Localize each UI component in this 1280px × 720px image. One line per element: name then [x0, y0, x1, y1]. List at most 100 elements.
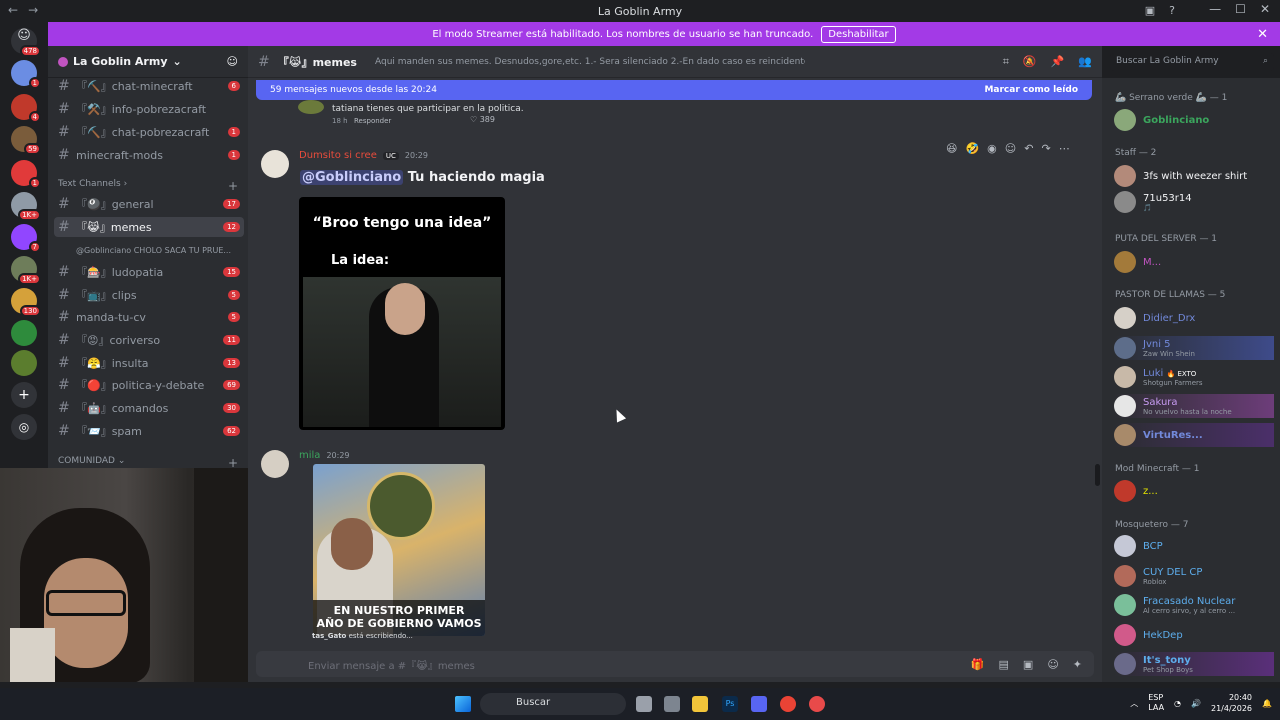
member-item[interactable]: Sakura No vuelvo hasta la noche [1114, 394, 1274, 418]
taskbar-search[interactable]: Buscar [480, 693, 626, 715]
twitch-icon[interactable]: 7 [11, 224, 41, 253]
member-item[interactable]: Jvni 5 Zaw Win Shein [1114, 336, 1274, 360]
server-header[interactable]: La Goblin Army ⌄ ☺ [48, 46, 248, 78]
channel-insulta[interactable]: # 『😤』insulta 13 [54, 353, 244, 373]
thread-item[interactable]: @Goblinciano CHOLO SACA TU PRUE... [54, 240, 244, 260]
windows-start-icon[interactable] [455, 696, 471, 712]
forward-arrow-icon[interactable]: → [28, 3, 38, 17]
reaction-laugh-icon[interactable]: 😆 [946, 142, 957, 155]
new-messages-bar[interactable]: 59 mensajes nuevos desde las 20:24 Marca… [256, 80, 1092, 100]
channel-info-pobrezacraft[interactable]: # 『⚒️』info-pobrezacraft [54, 99, 244, 119]
maximize-icon[interactable]: ☐ [1235, 2, 1246, 16]
message-author[interactable]: mila [299, 450, 320, 461]
members-icon[interactable]: 👥 [1078, 55, 1092, 69]
member-item[interactable]: CUY DEL CP Roblox [1114, 564, 1274, 588]
meme-image[interactable]: EN NUESTRO PRIMER AÑO DE GOBIERNO VAMOS [313, 464, 485, 636]
task-view-icon[interactable] [636, 696, 652, 712]
member-item[interactable]: Fracasado Nuclear Al cerro sirvo, y al ce… [1114, 593, 1274, 617]
reply-icon[interactable]: ↶ [1024, 142, 1033, 155]
emoji-icon[interactable]: ☺ [1047, 658, 1058, 671]
meme-image[interactable]: “Broo tengo una idea” La idea: [299, 197, 505, 430]
channel-comandos[interactable]: # 『🤖』comandos 30 [54, 398, 244, 418]
channel-clips[interactable]: # 『📺』clips 5 [54, 285, 244, 305]
server-icon[interactable]: 4 [11, 94, 41, 123]
member-item[interactable]: Luki 🔥 EXTO Shotgun Farmers [1114, 365, 1274, 389]
close-banner-icon[interactable]: ✕ [1257, 27, 1268, 42]
discord-home-icon[interactable]: ☺ 478 [11, 28, 41, 57]
server-icon[interactable] [11, 320, 37, 346]
like-count[interactable]: ♡ 389 [470, 115, 495, 124]
member-item[interactable]: M... [1114, 250, 1274, 274]
language-indicator[interactable]: ESP LAA [1148, 693, 1164, 713]
add-server-icon[interactable]: + [11, 382, 37, 408]
message-input[interactable]: Enviar mensaje a #『😹』memes 🎁 ▤ ▣ ☺ ✦ [256, 651, 1094, 677]
threads-icon[interactable]: ⌗ [1003, 55, 1009, 69]
clock[interactable]: 20:40 21/4/2026 [1211, 692, 1252, 714]
channel-minecraft-mods[interactable]: # minecraft-mods 1 [54, 145, 244, 165]
discord-icon[interactable] [751, 696, 767, 712]
add-reaction-icon[interactable]: ☺ [1005, 142, 1016, 155]
member-item[interactable]: HekDep [1114, 623, 1274, 647]
photoshop-icon[interactable]: Ps [722, 696, 738, 712]
minimize-icon[interactable]: — [1209, 2, 1221, 16]
reaction-rofl-icon[interactable]: 🤣 [965, 142, 979, 155]
channel-spam[interactable]: # 『📨』spam 62 [54, 421, 244, 441]
chrome-icon[interactable] [780, 696, 796, 712]
category-text-channels[interactable]: Text Channels › + [58, 179, 238, 193]
channel-ludopatia[interactable]: # 『🎰』ludopatia 15 [54, 262, 244, 282]
explore-icon[interactable]: ◎ [11, 414, 37, 440]
member-item[interactable]: Didier_Drx [1114, 306, 1274, 330]
more-icon[interactable]: ⋯ [1059, 142, 1070, 155]
disable-streamer-button[interactable]: Deshabilitar [821, 25, 896, 43]
apps-icon[interactable]: ✦ [1073, 658, 1082, 671]
server-icon[interactable]: 130 [11, 288, 41, 317]
close-window-icon[interactable]: ✕ [1260, 2, 1270, 16]
member-item[interactable]: 3fs with weezer shirt [1114, 164, 1274, 188]
avatar[interactable] [261, 150, 289, 178]
member-item[interactable]: 71u53r14 🎵 [1114, 190, 1274, 214]
gif-icon[interactable]: ▤ [999, 658, 1009, 671]
member-item[interactable]: It's_tony Pet Shop Boys [1114, 652, 1274, 676]
message-author[interactable]: Dumsito si cree [299, 150, 377, 161]
back-arrow-icon[interactable]: ← [8, 3, 18, 17]
app-icon[interactable] [664, 696, 680, 712]
channel-memes[interactable]: # 『😹』memes 12 [54, 217, 244, 237]
chevron-up-icon[interactable]: ︿ [1130, 698, 1138, 709]
member-item[interactable]: z... [1114, 479, 1274, 503]
member-item[interactable]: BCP [1114, 534, 1274, 558]
avatar[interactable] [261, 450, 289, 478]
category-comunidad[interactable]: COMUNIDAD ⌄ + [58, 456, 238, 470]
gift-icon[interactable]: 🎁 [971, 658, 985, 671]
server-icon[interactable]: 59 [11, 126, 41, 155]
server-icon[interactable]: 1 [11, 160, 41, 189]
add-member-icon[interactable]: ☺ [227, 55, 238, 68]
app-icon[interactable] [809, 696, 825, 712]
member-item[interactable]: Goblinciano [1114, 108, 1274, 132]
reply-button[interactable]: Responder [354, 117, 391, 125]
help-icon[interactable]: ? [1169, 4, 1175, 17]
channel-politica-y-debate[interactable]: # 『🔴』politica-y-debate 69 [54, 375, 244, 395]
server-icon[interactable] [11, 350, 37, 376]
user-mention[interactable]: @Goblinciano [300, 170, 404, 185]
member-item[interactable]: VirtuRes... [1114, 423, 1274, 447]
file-explorer-icon[interactable] [692, 696, 708, 712]
mute-bell-icon[interactable]: 🔕 [1023, 55, 1037, 69]
channel-manda-tu-cv[interactable]: # manda-tu-cv 5 [54, 307, 244, 327]
channel-topic[interactable]: Aqui manden sus memes. Desnudos,gore,etc… [375, 57, 805, 67]
channel-general[interactable]: # 『🎱』general 17 [54, 194, 244, 214]
server-icon[interactable]: 1K+ [11, 192, 41, 221]
notification-bell-icon[interactable]: 🔔 [1262, 699, 1272, 708]
channel-chat-pobrezacraft[interactable]: # 『⛏️』chat-pobrezacraft 1 [54, 122, 244, 142]
server-icon[interactable]: 1K+ [11, 256, 41, 285]
channel-coriverso[interactable]: # 『😡』coriverso 11 [54, 330, 244, 350]
sticker-icon[interactable]: ▣ [1023, 658, 1033, 671]
add-channel-icon[interactable]: + [228, 179, 238, 193]
search-input[interactable]: Buscar La Goblin Army ⌕ [1110, 53, 1274, 71]
forward-icon[interactable]: ↷ [1041, 142, 1050, 155]
wifi-icon[interactable]: ◔ [1174, 699, 1181, 708]
volume-icon[interactable]: 🔊 [1191, 699, 1201, 708]
reaction-custom-icon[interactable]: ◉ [987, 142, 997, 155]
mark-as-read-button[interactable]: Marcar como leído [984, 85, 1078, 95]
server-icon[interactable]: 1 [11, 60, 41, 89]
channel-chat-minecraft[interactable]: # 『⛏️』chat-minecraft 6 [54, 76, 244, 96]
